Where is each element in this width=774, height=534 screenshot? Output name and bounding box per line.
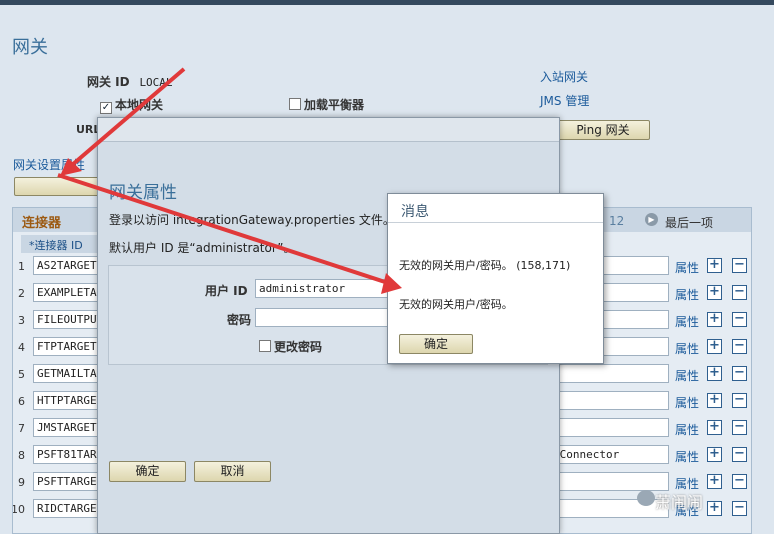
connector-class-input[interactable]: [549, 472, 669, 491]
properties-link[interactable]: 属性: [675, 286, 699, 303]
remove-row-icon[interactable]: −: [732, 339, 747, 354]
add-row-icon[interactable]: +: [707, 285, 722, 300]
inbound-gateway-link[interactable]: 入站网关: [540, 68, 588, 85]
connector-class-input[interactable]: [549, 364, 669, 383]
connector-class-input[interactable]: tConnector: [549, 445, 669, 464]
watermark-text: 萧闹闹: [655, 493, 704, 512]
remove-row-icon[interactable]: −: [732, 258, 747, 273]
dialog-ok-button[interactable]: 确定: [109, 461, 186, 482]
row-number: 6: [18, 395, 25, 408]
row-number: 5: [18, 368, 25, 381]
connector-class-input[interactable]: [549, 391, 669, 410]
properties-link[interactable]: 属性: [675, 259, 699, 276]
load-balancer-label: 加载平衡器: [304, 98, 365, 112]
dialog-desc-line2: 默认用户 ID 是“administrator”。: [109, 241, 296, 255]
local-gateway-label: 本地网关: [115, 98, 164, 112]
add-row-icon[interactable]: +: [707, 474, 722, 489]
remove-row-icon[interactable]: −: [732, 420, 747, 435]
gateway-settings-button[interactable]: [14, 177, 104, 196]
remove-row-icon[interactable]: −: [732, 501, 747, 516]
add-row-icon[interactable]: +: [707, 339, 722, 354]
row-number: 3: [18, 314, 25, 327]
remove-row-icon[interactable]: −: [732, 447, 747, 462]
add-row-icon[interactable]: +: [707, 420, 722, 435]
row-number: 9: [18, 476, 25, 489]
dialog-desc-line1: 登录以访问 integrationGateway.properties 文件。: [109, 213, 395, 227]
page-title: 网关: [12, 37, 48, 58]
last-item-link[interactable]: 最后一项: [665, 214, 713, 231]
add-row-icon[interactable]: +: [707, 447, 722, 462]
gateway-id-row: 网关 ID LOCAL: [87, 73, 173, 90]
next-arrow-icon[interactable]: ▶: [645, 213, 658, 226]
add-row-icon[interactable]: +: [707, 366, 722, 381]
checkbox-checked-icon: ✓: [100, 102, 112, 114]
wechat-logo-icon: [637, 490, 655, 506]
change-password-checkbox[interactable]: 更改密码: [259, 338, 322, 355]
remove-row-icon[interactable]: −: [732, 312, 747, 327]
properties-link[interactable]: 属性: [675, 394, 699, 411]
remove-row-icon[interactable]: −: [732, 285, 747, 300]
local-gateway-checkbox[interactable]: ✓ 本地网关: [100, 96, 163, 114]
grid-title: 连接器: [22, 216, 62, 231]
ping-gateway-button[interactable]: Ping 网关: [556, 120, 650, 140]
properties-link[interactable]: 属性: [675, 448, 699, 465]
userid-label: 用户 ID: [205, 284, 248, 298]
message-line1: 无效的网关用户/密码。 (158,171): [399, 259, 571, 272]
message-line2: 无效的网关用户/密码。: [399, 298, 513, 311]
load-balancer-checkbox[interactable]: 加载平衡器: [289, 96, 364, 113]
add-row-icon[interactable]: +: [707, 501, 722, 516]
gateway-id-label: 网关 ID: [87, 75, 130, 89]
remove-row-icon[interactable]: −: [732, 366, 747, 381]
properties-link[interactable]: 属性: [675, 421, 699, 438]
jms-admin-link[interactable]: JMS 管理: [540, 92, 589, 109]
change-password-label: 更改密码: [274, 340, 323, 354]
message-ok-button[interactable]: 确定: [399, 334, 473, 354]
row-number: 2: [18, 287, 25, 300]
properties-link[interactable]: 属性: [675, 367, 699, 384]
add-row-icon[interactable]: +: [707, 312, 722, 327]
row-number: 10: [12, 503, 25, 516]
connector-class-input[interactable]: [549, 418, 669, 437]
add-row-icon[interactable]: +: [707, 258, 722, 273]
password-label: 密码: [227, 313, 252, 327]
checkbox-unchecked-icon: [259, 340, 271, 352]
add-row-icon[interactable]: +: [707, 393, 722, 408]
checkbox-unchecked-icon: [289, 98, 301, 110]
gateway-settings-link[interactable]: 网关设置属性: [13, 156, 85, 173]
row-number: 8: [18, 449, 25, 462]
message-title: 消息: [388, 194, 603, 223]
dialog-title: 网关属性: [109, 183, 177, 203]
row-number: 1: [18, 260, 25, 273]
dialog-titlebar[interactable]: [98, 118, 559, 142]
top-bar: [0, 0, 774, 5]
remove-row-icon[interactable]: −: [732, 474, 747, 489]
gateway-id-value: LOCAL: [139, 76, 173, 89]
row-number: 7: [18, 422, 25, 435]
properties-link[interactable]: 属性: [675, 340, 699, 357]
message-box: 消息 无效的网关用户/密码。 (158,171) 无效的网关用户/密码。 确定: [387, 193, 604, 364]
row-number: 4: [18, 341, 25, 354]
grid-count: 12: [609, 214, 625, 228]
properties-link[interactable]: 属性: [675, 313, 699, 330]
remove-row-icon[interactable]: −: [732, 393, 747, 408]
dialog-cancel-button[interactable]: 取消: [194, 461, 271, 482]
